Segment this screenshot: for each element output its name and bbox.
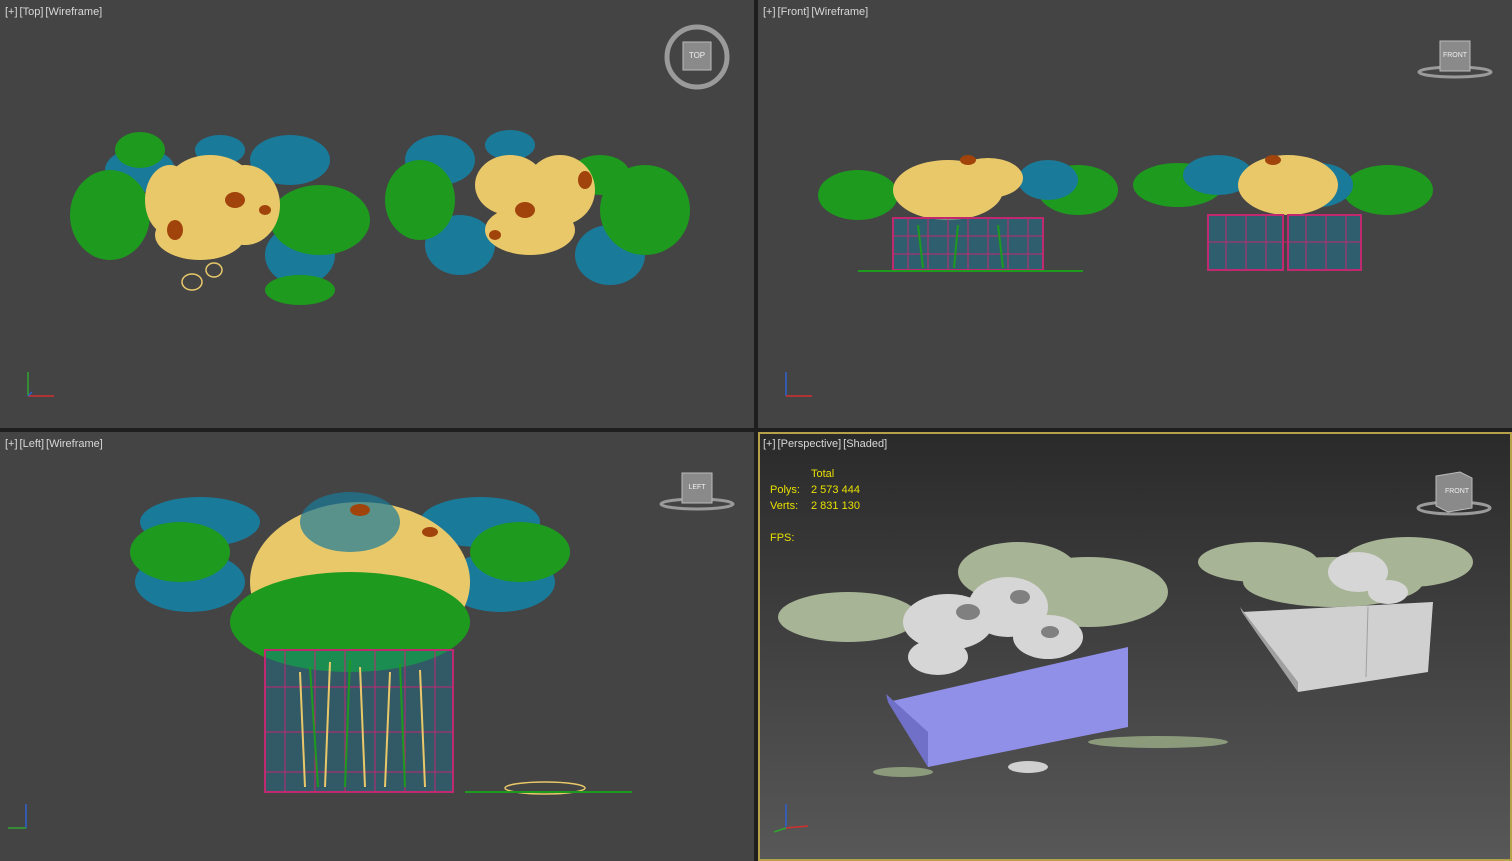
axis-tripod-front — [780, 366, 820, 402]
left-wireframe-scene — [130, 492, 632, 795]
top-right-arrangement — [385, 130, 690, 285]
navcube-perspective-label: FRONT — [1444, 488, 1470, 495]
front-wireframe-scene — [818, 155, 1433, 272]
front-right-arrangement — [1133, 155, 1433, 271]
perspective-right-planter — [1198, 537, 1473, 692]
viewport-perspective[interactable]: [+] [Perspective] [Shaded] Total Polys: 2 5… — [758, 432, 1512, 861]
axis-tripod-perspective — [768, 798, 818, 834]
top-left-arrangement — [70, 132, 370, 305]
viewport-front[interactable]: [+] [Front] [Wireframe] FRONT — [758, 0, 1512, 428]
navcube-front[interactable]: FRONT — [1417, 38, 1497, 80]
perspective-left-planter — [778, 542, 1228, 777]
top-wireframe-scene — [70, 130, 690, 305]
navcube-perspective[interactable]: FRONT — [1416, 468, 1496, 518]
navcube-left-label: LEFT — [688, 484, 706, 491]
navcube-front-label: FRONT — [1442, 52, 1468, 59]
left-arrangement — [130, 492, 632, 795]
axis-tripod-left — [4, 798, 44, 834]
front-left-arrangement — [818, 155, 1118, 272]
navcube-top-label: TOP — [688, 51, 706, 60]
viewport-left[interactable]: [+] [Left] [Wireframe] LEFT — [0, 432, 754, 861]
axis-tripod-top — [22, 366, 62, 402]
navcube-left[interactable]: LEFT — [659, 470, 739, 512]
perspective-shaded-scene — [778, 537, 1473, 777]
navcube-top[interactable]: TOP — [661, 22, 731, 92]
viewport-top[interactable]: [+] [Top] [Wireframe] TOP — [0, 0, 754, 428]
